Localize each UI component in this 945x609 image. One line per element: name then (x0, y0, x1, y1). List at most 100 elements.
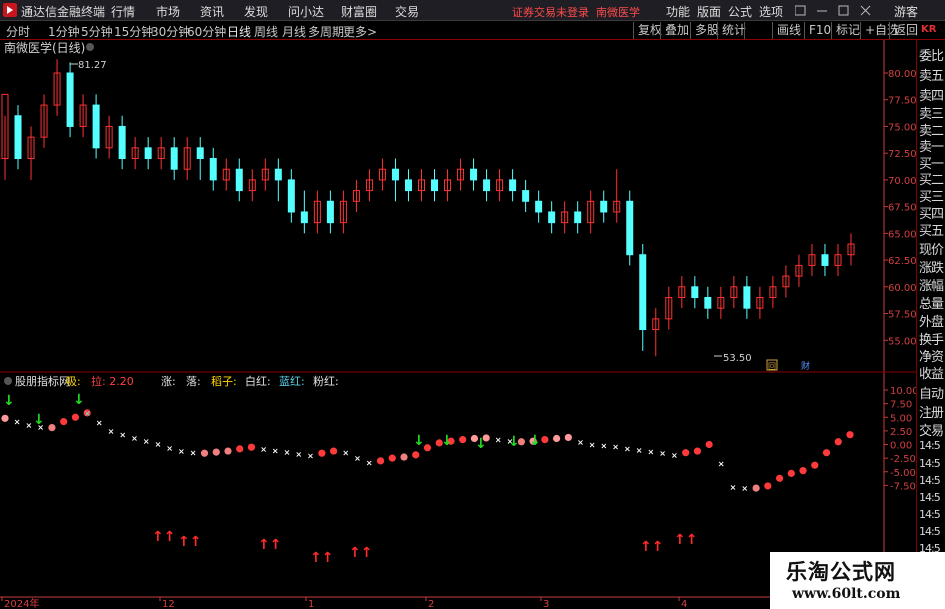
indicator-dot (1, 414, 9, 422)
indicator-dot (412, 451, 420, 459)
indicator-dot (822, 449, 831, 457)
indicator-name: 股朋指标网 (15, 374, 70, 388)
indicator-cross: × (131, 434, 138, 443)
candle-body (574, 211, 582, 224)
sell-arrow-icon: ↓ (441, 433, 453, 449)
indicator-cross: × (272, 446, 279, 455)
date-label: 12 (162, 599, 175, 609)
candle-body (274, 168, 282, 181)
indicator-dot (212, 448, 220, 456)
candle-body (509, 179, 517, 192)
panel-label: 涨幅 (919, 279, 944, 294)
indicator-dot (459, 435, 467, 444)
price-tick-label: 75.00 (888, 122, 916, 133)
indicator-cross: × (636, 446, 643, 455)
date-label: 4 (681, 599, 687, 609)
ind-tick-label: 10.00 (890, 386, 916, 397)
indicator-cross: × (342, 449, 349, 458)
indicator-dot (400, 453, 408, 461)
candle-body (66, 72, 74, 127)
indicator-cross: × (190, 449, 197, 458)
time-label: 14:5 (919, 491, 941, 504)
chevron-down-icon (86, 43, 94, 51)
sell-arrow-icon: ↓ (3, 393, 15, 409)
indicator-dot (224, 447, 232, 455)
indicator-item: 粉红: (313, 375, 339, 388)
indicator-cross: × (718, 460, 725, 469)
indicator-dot (764, 482, 772, 490)
indicator-dot (247, 443, 256, 451)
candle-body (14, 115, 22, 160)
buy-arrow-icon: ↑↑ (258, 537, 281, 553)
indicator-dot (799, 467, 807, 475)
candle-body (287, 179, 295, 213)
event-badge-label: 回 (768, 362, 776, 371)
high-price-label: 81.27 (78, 60, 107, 71)
indicator-dot (388, 454, 396, 462)
indicator-dot (318, 449, 326, 457)
indicator-cross: × (96, 419, 103, 428)
indicator-cross: × (730, 483, 737, 492)
indicator-cross: × (495, 436, 502, 445)
watermark-url: www.60lt.com (792, 586, 901, 602)
indicator-dot (846, 431, 854, 439)
indicator-cross: × (659, 449, 666, 458)
indicator-dot (71, 413, 80, 421)
price-tick-label: 67.50 (888, 203, 916, 214)
candle-body (118, 125, 126, 160)
panel-label: 卖五 (919, 69, 944, 84)
indicator-item: 稻子: (211, 375, 237, 388)
candle-body (431, 179, 439, 192)
ind-tick-label: 0.00 (890, 441, 912, 452)
time-label: 14:5 (919, 457, 941, 470)
app-window: { "app":{"title":"通达信金融终端","menu":["行情",… (0, 0, 945, 609)
chart-title: 南微医学(日线) (4, 40, 85, 55)
watermark-title: 乐淘公式网 (786, 560, 896, 584)
indicator-cross: × (166, 444, 173, 453)
candle-body (144, 147, 152, 160)
indicator-cross: × (624, 444, 631, 453)
candle-body (300, 211, 308, 224)
ind-tick-label: 5.00 (890, 413, 912, 424)
indicator-dot (564, 433, 572, 442)
ind-tick-label: -7.50 (890, 481, 916, 492)
indicator-cross: × (601, 442, 608, 451)
indicator-dot (541, 435, 549, 444)
auto-label[interactable]: 自动 (919, 383, 944, 402)
indicator-cross: × (295, 450, 302, 459)
buy-arrow-icon: ↑↑ (152, 529, 175, 545)
indicator-dot (423, 444, 432, 452)
trade-label[interactable]: 交易 (919, 420, 944, 439)
candle-body (821, 254, 829, 266)
candle-body (196, 147, 204, 160)
indicator-dot (693, 447, 702, 455)
candle-body (535, 200, 543, 213)
indicator-cross: × (284, 448, 291, 457)
chart-area[interactable]: 南微医学(日线) 80.00 77.50 75.00 72.50 70.00 67.50 65… (0, 0, 916, 609)
price-tick-label: 62.50 (888, 256, 916, 267)
indicator-dot (682, 449, 690, 457)
indicator-item: 白红: (245, 374, 271, 388)
candle-body (209, 158, 217, 181)
panel-label: 委比 (919, 49, 944, 64)
chevron-down-icon (4, 377, 12, 385)
candle-body (626, 200, 634, 256)
panel-label: 买五 (919, 224, 944, 239)
ind-tick-label: -5.00 (890, 468, 916, 479)
register-label[interactable]: 注册 (919, 402, 944, 421)
panel-label: 卖四 (919, 89, 944, 104)
indicator-dot (376, 457, 385, 465)
candle-body (743, 286, 751, 309)
indicator-cross: × (155, 440, 162, 449)
indicator-cross: × (354, 454, 361, 463)
ind-tick-label: 7.50 (890, 400, 912, 411)
indicator-cross: × (143, 437, 150, 446)
panel-label: 收益 (919, 367, 944, 382)
candle-body (548, 211, 556, 224)
sell-arrow-icon: ↓ (508, 434, 520, 450)
indicator-item: 蓝红: (279, 375, 305, 388)
finance-badge-label: 财 (801, 360, 810, 372)
price-tick-label: 55.00 (888, 336, 916, 347)
indicator-cross: × (108, 427, 115, 436)
time-label: 14:5 (919, 508, 941, 521)
